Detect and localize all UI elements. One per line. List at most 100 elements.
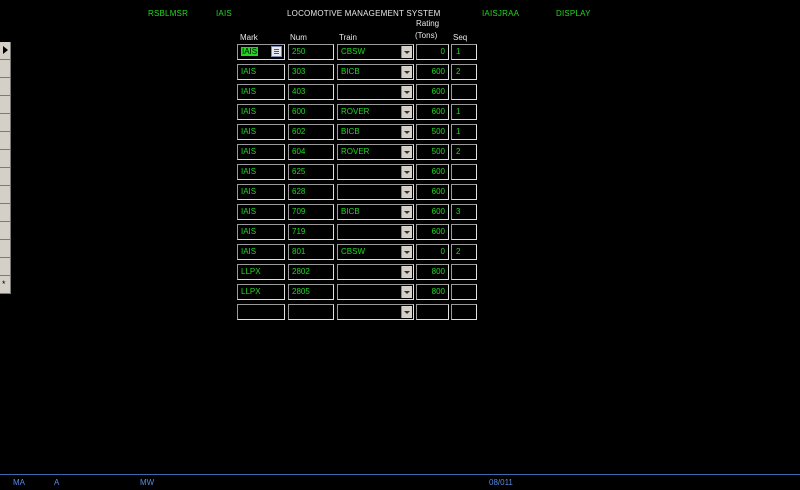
mark-field[interactable]: IAIS [237,124,285,140]
seq-field[interactable]: 1 [451,104,477,120]
num-field[interactable]: 604 [288,144,334,160]
dropdown-arrow-icon[interactable] [401,86,412,98]
seq-field[interactable]: 1 [451,44,477,60]
train-combobox[interactable] [337,264,414,280]
train-combobox[interactable]: CBSW [337,244,414,260]
num-field[interactable]: 2802 [288,264,334,280]
train-combobox[interactable]: CBSW [337,44,414,60]
dropdown-arrow-icon[interactable] [401,106,412,118]
dropdown-arrow-icon[interactable] [401,226,412,238]
rating-field[interactable]: 0 [416,244,449,260]
rating-field[interactable]: 800 [416,284,449,300]
rating-field[interactable]: 600 [416,164,449,180]
num-field[interactable]: 600 [288,104,334,120]
seq-field[interactable]: 2 [451,144,477,160]
record-selector-new[interactable]: * [0,276,11,294]
train-combobox[interactable] [337,304,414,320]
train-combobox[interactable] [337,184,414,200]
num-field[interactable]: 2805 [288,284,334,300]
record-selector[interactable] [0,168,11,186]
mark-field[interactable]: IAIS [237,224,285,240]
rating-field[interactable]: 600 [416,84,449,100]
train-combobox[interactable] [337,284,414,300]
train-combobox[interactable]: BICB [337,204,414,220]
mark-field[interactable]: IAIS [237,144,285,160]
num-field[interactable]: 625 [288,164,334,180]
dropdown-arrow-icon[interactable] [401,46,412,58]
seq-field[interactable] [451,264,477,280]
rating-field[interactable]: 500 [416,124,449,140]
dropdown-arrow-icon[interactable] [401,266,412,278]
dropdown-arrow-icon[interactable] [401,166,412,178]
train-combobox[interactable] [337,224,414,240]
mark-field[interactable]: IAIS [237,84,285,100]
num-field[interactable]: 801 [288,244,334,260]
record-selector[interactable] [0,258,11,276]
train-combobox[interactable]: BICB [337,124,414,140]
num-field[interactable]: 628 [288,184,334,200]
rating-field[interactable]: 600 [416,104,449,120]
dropdown-arrow-icon[interactable] [401,186,412,198]
record-selector[interactable] [0,96,11,114]
record-selector[interactable] [0,42,11,60]
dropdown-arrow-icon[interactable] [401,206,412,218]
train-combobox[interactable] [337,84,414,100]
train-combobox[interactable] [337,164,414,180]
seq-field[interactable]: 3 [451,204,477,220]
mark-field[interactable]: IAIS [237,184,285,200]
num-field[interactable]: 403 [288,84,334,100]
record-selector[interactable] [0,60,11,78]
seq-field[interactable]: 2 [451,64,477,80]
rating-field[interactable]: 0 [416,44,449,60]
mark-field[interactable]: IAIS [237,244,285,260]
seq-field[interactable] [451,84,477,100]
num-field[interactable]: 709 [288,204,334,220]
record-selector[interactable] [0,114,11,132]
mark-field[interactable]: IAIS [237,64,285,80]
seq-field[interactable] [451,184,477,200]
rating-field[interactable]: 500 [416,144,449,160]
seq-field[interactable] [451,284,477,300]
mark-field[interactable] [237,304,285,320]
train-combobox[interactable]: ROVER [337,104,414,120]
new-record-marker: * [2,279,6,289]
mark-field[interactable]: IAIS [237,204,285,220]
seq-field[interactable]: 2 [451,244,477,260]
record-selector[interactable] [0,132,11,150]
dropdown-arrow-icon[interactable] [401,66,412,78]
record-selector[interactable] [0,222,11,240]
seq-field[interactable] [451,224,477,240]
seq-field[interactable] [451,304,477,320]
rating-field[interactable]: 800 [416,264,449,280]
record-selector[interactable] [0,240,11,258]
dropdown-arrow-icon[interactable] [401,246,412,258]
dropdown-arrow-icon[interactable] [401,306,412,318]
num-field[interactable]: 250 [288,44,334,60]
mark-field[interactable]: IAIS [237,164,285,180]
rating-field[interactable] [416,304,449,320]
num-field[interactable] [288,304,334,320]
rating-field[interactable]: 600 [416,204,449,220]
mark-field[interactable]: IAIS [237,44,285,60]
record-selector[interactable] [0,150,11,168]
mark-field[interactable]: IAIS [237,104,285,120]
record-selector[interactable] [0,186,11,204]
dropdown-arrow-icon[interactable] [401,286,412,298]
lookup-button[interactable] [271,46,282,57]
record-selector[interactable] [0,78,11,96]
train-combobox[interactable]: BICB [337,64,414,80]
rating-field[interactable]: 600 [416,184,449,200]
mark-field[interactable]: LLPX [237,284,285,300]
rating-field[interactable]: 600 [416,64,449,80]
num-field[interactable]: 303 [288,64,334,80]
num-field[interactable]: 719 [288,224,334,240]
record-selector[interactable] [0,204,11,222]
seq-field[interactable] [451,164,477,180]
dropdown-arrow-icon[interactable] [401,126,412,138]
dropdown-arrow-icon[interactable] [401,146,412,158]
seq-field[interactable]: 1 [451,124,477,140]
mark-field[interactable]: LLPX [237,264,285,280]
num-field[interactable]: 602 [288,124,334,140]
train-combobox[interactable]: ROVER [337,144,414,160]
rating-field[interactable]: 600 [416,224,449,240]
